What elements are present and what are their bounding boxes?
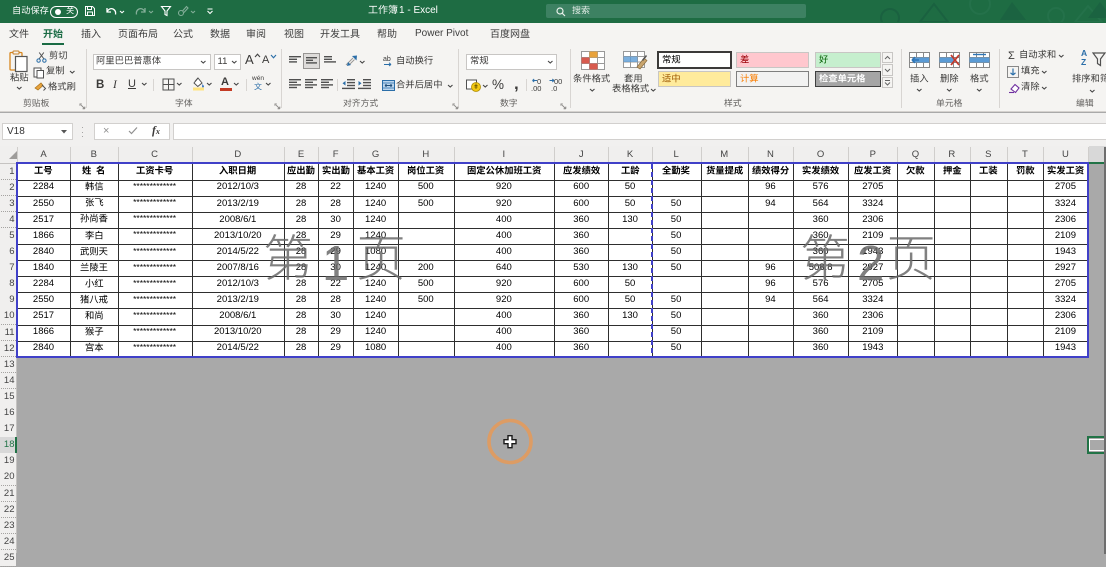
svg-text:.00: .00 bbox=[531, 84, 541, 92]
svg-text:ab: ab bbox=[383, 56, 391, 63]
svg-text:.0: .0 bbox=[551, 84, 557, 92]
